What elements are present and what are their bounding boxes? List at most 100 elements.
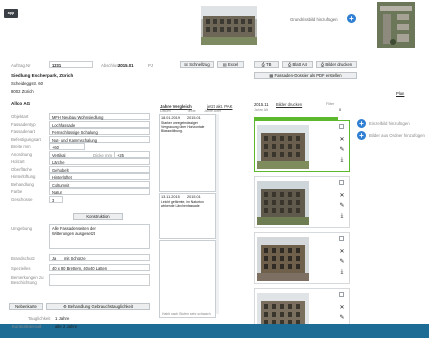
photo-list-header: 2015.11 Bilder drucken Jahre Alt Filter … — [254, 102, 350, 116]
plan-link[interactable]: Plan — [396, 91, 404, 96]
konstruktion-button[interactable]: Konstruktion — [73, 213, 123, 220]
filter-value: 0 — [339, 108, 342, 112]
aerial-map[interactable] — [377, 2, 415, 48]
photo-print-link[interactable]: Bilder drucken — [276, 102, 302, 107]
entry-date: 13.11.2015 — [161, 195, 180, 199]
form-row-label: Oberfläche — [11, 166, 33, 172]
form-row-label: Hinterlüftung — [11, 174, 36, 179]
address-city: 8002 Zürich — [11, 89, 34, 94]
form-row-label: Holzart — [11, 159, 25, 164]
schnellzug-button[interactable]: ☒ Schnellzug — [180, 61, 214, 68]
brandschutz-field[interactable]: Ja mit Schürze — [49, 254, 150, 261]
auftrag-field[interactable]: 1231 — [49, 61, 93, 68]
add-grundriss-button[interactable]: + — [347, 14, 356, 23]
delete-icon[interactable]: ✕ — [339, 193, 345, 199]
dicke-field[interactable]: +25 — [114, 151, 150, 158]
nebenkarte-button[interactable]: Nebenkarte — [9, 303, 43, 310]
form-row-field[interactable]: 3 — [49, 195, 63, 203]
form-row-label: Breite mm — [11, 144, 31, 149]
photo-header-year: Jahre Alt — [254, 108, 268, 112]
form-row-field[interactable]: MFH Neubau Wohnsiedlung — [49, 113, 150, 120]
download-icon[interactable]: ⤓ — [339, 213, 345, 219]
bilder-drucken-button[interactable]: ⎙ Bilder drucken — [316, 61, 357, 68]
add-ordner-button[interactable]: + — [357, 131, 366, 140]
photo-checkbox[interactable] — [339, 124, 344, 129]
kontrollintervall-value: alle 2 Jahre — [55, 324, 78, 329]
form-row-field[interactable]: Natur — [49, 188, 150, 195]
photo-row[interactable]: ✕ ✎ ⤓ — [254, 176, 350, 228]
edit-icon[interactable]: ✎ — [339, 315, 345, 321]
compare-jahre-header: Jahre Alter — [204, 109, 222, 113]
form-row-field[interactable]: Nut- und Kammschalung — [49, 135, 150, 143]
form-row-field[interactable]: Lochfassade — [49, 120, 150, 128]
umgebung-field[interactable]: Alle Fassadenseiten der Witterungen ausg… — [49, 224, 150, 249]
form-row-label: Befestigungsart — [11, 136, 41, 142]
blatt-a4-button[interactable]: ⎙ Blatt A4 — [282, 61, 313, 68]
add-einzelbild-button[interactable]: + — [357, 119, 366, 128]
photo-checkbox[interactable] — [339, 180, 344, 185]
form-row-field[interactable]: Hinterlüftet — [49, 173, 150, 180]
spezielles-field[interactable]: 40 x 80 Brettern, 40x40 Latten — [49, 264, 150, 271]
company-name: Allco AG — [11, 101, 31, 106]
grundriss-label: Grundrissbild hinzufügen — [290, 17, 338, 22]
form-row-label: Fassadentyp — [11, 121, 36, 127]
edit-icon[interactable]: ✎ — [339, 203, 345, 209]
edit-icon[interactable]: ✎ — [339, 147, 345, 153]
compare-entry-3[interactable]: Habit nach Stufen sehr schwach — [159, 240, 216, 318]
compare-texte-header: Texte — [187, 109, 196, 113]
tauglichkeit-value: 1 Jahre — [55, 316, 70, 321]
photo-checkbox[interactable] — [339, 236, 344, 241]
kontrollintervall-label: Kontrollintervall — [12, 324, 42, 329]
entry-year: 2015.01 — [187, 195, 201, 199]
form-row-field[interactable]: Coltumnit — [49, 180, 150, 188]
tb-button[interactable]: ⎙ TB — [254, 61, 279, 68]
compare-panel: Jahre Vergleich jetzt akt. PAK Datum Tex… — [159, 104, 246, 324]
delete-icon[interactable]: ✕ — [339, 249, 345, 255]
entry-text: Leicht gefärmte, im Naturton wirkende Lä… — [161, 200, 204, 208]
form-row-label: Farbe — [11, 189, 23, 194]
bemerkungen-label: Bemerkungen zu Beschichtung — [11, 275, 44, 285]
entry-text: Starker unregelmässiger Vergrauung über … — [161, 121, 205, 133]
delete-icon[interactable]: ✕ — [339, 305, 345, 311]
pj-label: PJ — [148, 63, 154, 68]
edit-icon[interactable]: ✎ — [339, 259, 345, 265]
download-icon[interactable]: ⤓ — [339, 157, 345, 163]
photo-thumbnail[interactable] — [257, 125, 309, 169]
filter-label: Filter — [326, 102, 335, 106]
photo-checkbox[interactable] — [339, 292, 344, 297]
ordner-label: Bilder aus Ordner hinzufügen — [369, 133, 425, 138]
form-row-field[interactable]: Fernschlüssige Schalung — [49, 128, 150, 135]
photo-thumbnail[interactable] — [257, 181, 309, 225]
delete-icon[interactable]: ✕ — [339, 137, 345, 143]
form-row-label: Anordnung — [11, 151, 33, 157]
compare-entry-1[interactable]: 18.01.2019 2015.01 Starker unregelmässig… — [159, 114, 216, 192]
building-photo-main[interactable] — [201, 6, 257, 45]
form-row-label: Behandlung — [11, 181, 34, 187]
form-row-field[interactable]: Lärche — [49, 158, 150, 165]
fassaden-dossier-button[interactable]: ▦ Fassaden-Dossier als PDF erstellen — [254, 72, 357, 79]
photo-header-date: 2015.11 — [254, 102, 269, 107]
einzelbild-label: Einzelbild hinzufügen — [369, 121, 410, 126]
address-name: Siedlung Escherpark, Zürich — [11, 73, 74, 78]
behandlung-button[interactable]: ⚙ Behandlung Gebrauchstauglichkeit — [46, 303, 150, 310]
photo-row[interactable]: ✕ ✎ ⤓ — [254, 232, 350, 284]
download-icon[interactable]: ⤓ — [339, 269, 345, 275]
form-row-label: Objektart — [11, 114, 29, 119]
spezielles-label: Spezielles — [11, 266, 31, 271]
top-band: app Grundrissbild hinzufügen + — [0, 0, 429, 52]
brandschutz-label: Brandschutz — [11, 256, 35, 261]
form-row-label: Fassadenart — [11, 129, 35, 134]
photo-thumbnail[interactable] — [257, 237, 309, 281]
tauglichkeit-label: Tauglichkeit — [28, 316, 51, 321]
form-row-field[interactable]: +60 — [49, 143, 85, 150]
abschluss-value: 2015.01 — [118, 63, 134, 68]
photo-row[interactable]: ✕ ✎ ⤓ — [254, 120, 350, 172]
umgebung-label: Umgebung — [11, 226, 33, 231]
excel-button[interactable]: ▤ Excel — [217, 61, 244, 68]
dicke-label: Dicke mm — [93, 153, 113, 158]
address-street: Scheideggstr. 60 — [11, 81, 44, 86]
form-row-field[interactable]: Gehobelt — [49, 165, 150, 173]
bemerkungen-field[interactable] — [49, 274, 150, 286]
compare-scrollbar[interactable] — [216, 114, 219, 314]
compare-entry-2[interactable]: 13.11.2015 2015.01 Leicht gefärmte, im N… — [159, 193, 216, 239]
